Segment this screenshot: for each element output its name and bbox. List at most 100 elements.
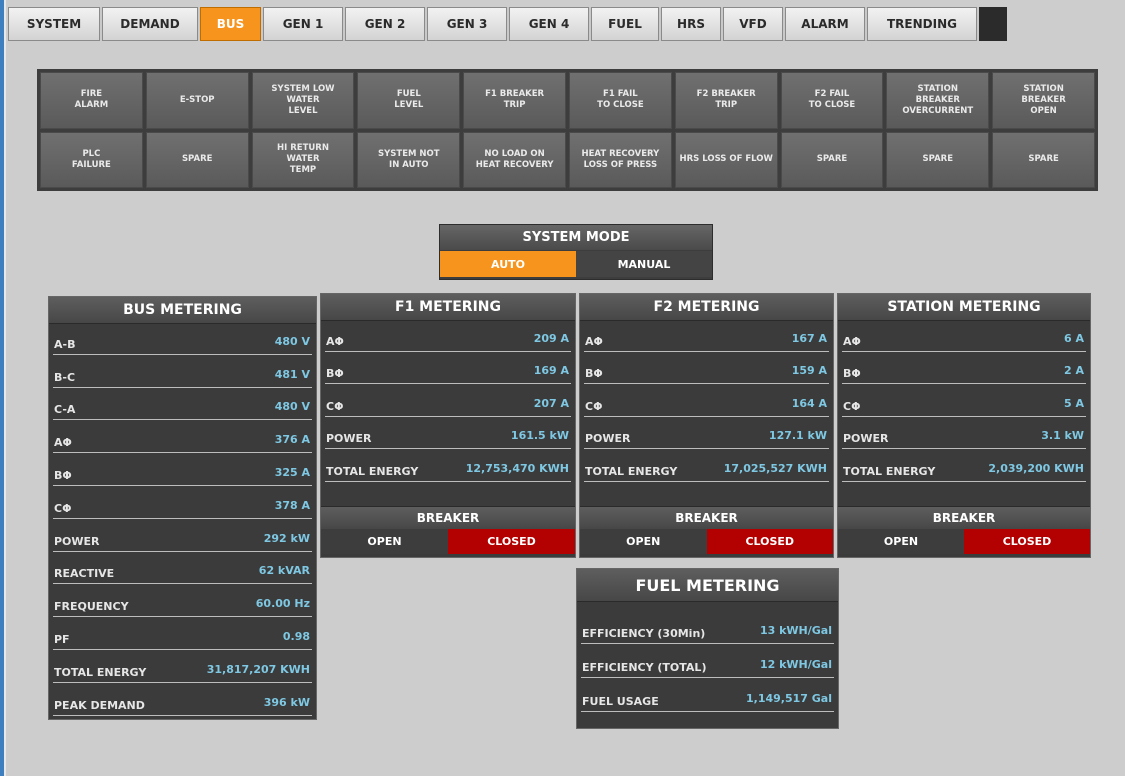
bus-row: C-A 480 V — [49, 390, 316, 423]
f2-metering-title: F2 METERING — [580, 294, 833, 321]
tab-gen-4[interactable]: GEN 4 — [509, 7, 589, 41]
tab-bus[interactable]: BUS — [200, 7, 261, 41]
tab-hrs[interactable]: HRS — [661, 7, 721, 41]
alarm-spare-4[interactable]: SPARE — [992, 131, 1095, 188]
f1-row-label: TOTAL ENERGY — [326, 464, 419, 478]
alarm-f2-fail-to-close[interactable]: F2 FAIL TO CLOSE — [780, 72, 884, 129]
row-underline — [584, 448, 829, 449]
fuel-metering-panel: FUEL METERING EFFICIENCY (30Min) 13 kWH/G… — [576, 568, 839, 729]
f1-breaker-open-button[interactable]: OPEN — [321, 529, 448, 554]
station-row-value: 2 A — [1064, 364, 1084, 377]
station-row: BΦ 2 A — [838, 354, 1090, 387]
station-metering-title: STATION METERING — [838, 294, 1090, 321]
alarm-hrs-loss-of-flow[interactable]: HRS LOSS OF FLOW — [674, 131, 778, 188]
alarm-system-not-in-auto[interactable]: SYSTEM NOT IN AUTO — [357, 131, 461, 188]
tab-alarm[interactable]: ALARM — [785, 7, 865, 41]
station-metering-panel: STATION METERING AΦ 6 A BΦ 2 A CΦ 5 A POWER 3.1… — [837, 293, 1091, 558]
fuel-row-value: 13 kWH/Gal — [759, 624, 832, 637]
bus-row-value: 325 A — [274, 465, 310, 479]
alarm-spare-2[interactable]: SPARE — [780, 131, 884, 188]
manual-mode-button[interactable]: MANUAL — [576, 251, 712, 277]
alarm-f2-breaker-trip[interactable]: F2 BREAKER TRIP — [674, 72, 778, 129]
tab-fuel[interactable]: FUEL — [591, 7, 659, 41]
fuel-row-label: EFFICIENCY (30Min) — [582, 627, 706, 640]
alarm-spare-1[interactable]: SPARE — [145, 131, 249, 188]
fuel-row: EFFICIENCY (TOTAL) 12 kWH/Gal — [577, 646, 838, 680]
row-underline — [584, 383, 829, 384]
bus-row-label: PF — [54, 632, 70, 646]
alarm-grid: FIRE ALARM E-STOP SYSTEM LOW WATER LEVEL… — [37, 69, 1098, 191]
bus-row-value: 480 V — [274, 400, 310, 414]
f2-row: POWER 127.1 kW — [580, 419, 833, 452]
bus-row-label: TOTAL ENERGY — [54, 665, 147, 679]
f2-row-value: 167 A — [791, 331, 827, 345]
alarm-f1-fail-to-close[interactable]: F1 FAIL TO CLOSE — [569, 72, 672, 129]
tab-system[interactable]: SYSTEM — [8, 7, 100, 41]
f1-row-value: 12,753,470 KWH — [465, 461, 569, 475]
station-row-value: 6 A — [1064, 331, 1084, 345]
bus-row-value: 481 V — [274, 367, 310, 381]
station-row-value: 2,039,200 KWH — [988, 461, 1084, 475]
f1-row-value: 161.5 kW — [510, 429, 569, 442]
f1-breaker-title: BREAKER — [321, 506, 575, 529]
tab-vfd[interactable]: VFD — [723, 7, 783, 41]
alarm-station-breaker-open[interactable]: STATION BREAKER OPEN — [992, 72, 1095, 129]
row-underline — [53, 353, 312, 355]
f1-row: BΦ 169 A — [321, 354, 575, 387]
row-underline — [53, 583, 312, 585]
f1-metering-panel: F1 METERING AΦ 209 A BΦ 169 A CΦ 207 A POWER 16… — [320, 293, 576, 558]
row-underline — [53, 681, 312, 683]
row-underline — [581, 711, 834, 712]
alarm-station-breaker-overcurrent[interactable]: STATION BREAKER OVERCURRENT — [886, 72, 990, 129]
fuel-metering-title: FUEL METERING — [577, 569, 838, 602]
station-breaker-open-button[interactable]: OPEN — [838, 529, 964, 554]
f2-breaker-closed-button[interactable]: CLOSED — [706, 529, 833, 554]
alarm-system-low-water-level[interactable]: SYSTEM LOW WATER LEVEL — [251, 72, 355, 129]
tab-gen-2[interactable]: GEN 2 — [345, 7, 425, 41]
alarm-no-load-on-heat-recovery[interactable]: NO LOAD ON HEAT RECOVERY — [463, 131, 566, 188]
bus-row-label: REACTIVE — [54, 567, 115, 581]
f2-metering-panel: F2 METERING AΦ 167 A BΦ 159 A CΦ 164 A POWER 12… — [579, 293, 834, 558]
alarm-heat-recovery-loss-of-press[interactable]: HEAT RECOVERY LOSS OF PRESS — [569, 131, 672, 188]
bus-row: REACTIVE 62 kVAR — [49, 554, 316, 587]
bus-row: PEAK DEMAND 396 kW — [49, 685, 316, 718]
row-underline — [53, 648, 312, 650]
nav-end-block — [979, 7, 1007, 41]
bus-row: FREQUENCY 60.00 Hz — [49, 586, 316, 619]
alarm-e-stop[interactable]: E-STOP — [145, 72, 249, 129]
f2-row-value: 159 A — [791, 364, 827, 377]
bus-row-label: CΦ — [54, 501, 72, 515]
station-row-label: CΦ — [843, 399, 861, 413]
f1-row: AΦ 209 A — [321, 321, 575, 354]
alarm-plc-failure[interactable]: PLC FAILURE — [40, 131, 143, 188]
tab-gen-1[interactable]: GEN 1 — [263, 7, 343, 41]
row-underline — [53, 452, 312, 454]
row-underline — [842, 448, 1086, 449]
bus-row: B-C 481 V — [49, 357, 316, 390]
row-underline — [584, 350, 829, 352]
tab-gen-3[interactable]: GEN 3 — [427, 7, 507, 41]
alarm-spare-3[interactable]: SPARE — [886, 131, 990, 188]
tab-trending[interactable]: TRENDING — [867, 7, 977, 41]
bus-row-label: PEAK DEMAND — [54, 698, 145, 712]
alarm-f1-breaker-trip[interactable]: F1 BREAKER TRIP — [463, 72, 566, 129]
alarm-fuel-level[interactable]: FUEL LEVEL — [357, 72, 461, 129]
bus-row: BΦ 325 A — [49, 455, 316, 488]
fuel-row: FUEL USAGE 1,149,517 Gal — [577, 680, 838, 714]
top-nav: SYSTEM DEMAND BUS GEN 1 GEN 2 GEN 3 GEN … — [8, 7, 1007, 41]
station-breaker-closed-button[interactable]: CLOSED — [964, 529, 1090, 554]
alarm-fire-alarm[interactable]: FIRE ALARM — [40, 72, 143, 129]
tab-demand[interactable]: DEMAND — [102, 7, 198, 41]
f2-breaker-open-button[interactable]: OPEN — [580, 529, 707, 554]
f2-row: BΦ 159 A — [580, 354, 833, 387]
row-underline — [53, 714, 312, 716]
bus-row-value: 480 V — [274, 334, 310, 348]
alarm-hi-return-water-temp[interactable]: HI RETURN WATER TEMP — [251, 131, 355, 188]
f1-row-label: POWER — [326, 432, 372, 445]
row-underline — [325, 415, 571, 417]
f2-row-label: AΦ — [585, 334, 603, 348]
f1-breaker-closed-button[interactable]: CLOSED — [448, 529, 575, 554]
bus-row: POWER 292 kW — [49, 521, 316, 554]
auto-mode-button[interactable]: AUTO — [440, 251, 576, 277]
bus-row-label: BΦ — [54, 468, 72, 482]
